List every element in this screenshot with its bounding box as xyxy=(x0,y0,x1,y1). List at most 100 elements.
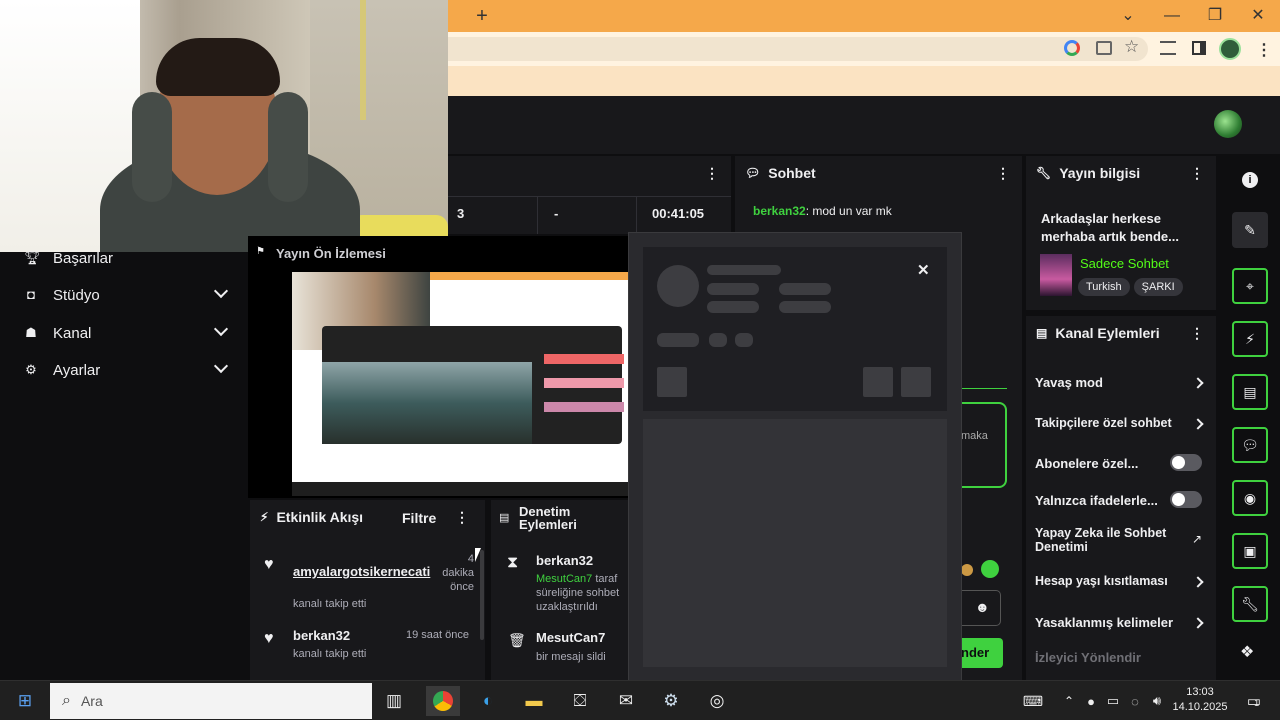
search-icon: ⌕ xyxy=(62,692,71,709)
sidebar-item-label: Ayarlar xyxy=(53,361,101,379)
studio-icon: ◘ xyxy=(27,287,35,302)
chat-header: 💬︎ Sohbet xyxy=(735,156,1022,190)
mod-username[interactable]: MesutCan7 xyxy=(536,630,605,645)
share-icon[interactable] xyxy=(1096,41,1112,55)
account-age-action[interactable]: Hesap yaşı kısıtlaması xyxy=(1035,574,1210,588)
chevron-down-icon xyxy=(213,358,229,374)
channel-actions-title: Kanal Eylemleri xyxy=(1055,325,1160,341)
file-explorer-icon[interactable]: ▬ xyxy=(517,686,551,716)
info-icon[interactable]: i xyxy=(1242,172,1258,188)
viewer-count: 3 xyxy=(457,206,465,221)
preview-title: Yayın Ön İzlemesi xyxy=(276,246,386,261)
mod-actions-title: Denetim Eylemleri xyxy=(519,504,577,532)
bookmark-star-icon[interactable]: ☆ xyxy=(1124,37,1139,57)
edit-icon[interactable]: ✎ xyxy=(1232,212,1268,248)
profile-avatar[interactable] xyxy=(1219,38,1241,60)
event-action: kanalı takip etti xyxy=(293,598,367,610)
chat-icon[interactable]: 💬︎ xyxy=(1232,427,1268,463)
host-viewers-action[interactable]: İzleyici Yönlendir xyxy=(1035,650,1210,665)
reaction-icon[interactable] xyxy=(961,564,973,576)
filter-button[interactable]: Filtre xyxy=(402,510,436,526)
clip-icon[interactable]: ⌖ xyxy=(1232,268,1268,304)
notification-icon[interactable]: ▭ 1 xyxy=(1236,686,1270,716)
mod-username[interactable]: berkan32 xyxy=(536,553,593,568)
system-clock[interactable]: 13:03 14.10.2025 xyxy=(1172,685,1228,715)
sidebar-item-achievements[interactable]: 🏆︎ Başarılar xyxy=(24,243,234,273)
tag[interactable]: ŞARKI xyxy=(1133,278,1183,296)
mail-icon[interactable]: ✉ xyxy=(609,686,643,716)
channel-actions-panel: ▤ Kanal Eylemleri ⋮ Yavaş mod Takipçiler… xyxy=(1026,316,1216,680)
channel-actions-menu-icon[interactable]: ⋮ xyxy=(1190,325,1204,342)
sidebar-item-settings[interactable]: ⚙ Ayarlar xyxy=(24,355,234,385)
sidebar-item-studio[interactable]: ◘ Stüdyo xyxy=(24,280,234,310)
followers-only-action[interactable]: Takipçilere özel sohbet xyxy=(1035,416,1210,430)
category-name[interactable]: Sadece Sohbet xyxy=(1080,256,1169,271)
integrations-icon[interactable]: ❖ xyxy=(1240,642,1254,662)
chat-menu-icon[interactable]: ⋮ xyxy=(996,165,1010,182)
volume-icon[interactable]: 🔊︎ xyxy=(1140,686,1174,716)
slow-mode-action[interactable]: Yavaş mod xyxy=(1035,375,1210,390)
emote-only-toggle[interactable] xyxy=(1170,491,1202,508)
channel-actions-icon: ▤ xyxy=(1036,326,1048,340)
trash-icon: 🗑︎ xyxy=(508,632,526,648)
task-view-icon[interactable]: ▥ xyxy=(377,686,411,716)
new-tab-button[interactable]: + xyxy=(472,6,492,26)
mod-event-text: MesutCan7 taraf süreliğine sohbet uzakla… xyxy=(536,573,620,613)
banned-words-action[interactable]: Yasaklanmış kelimeler xyxy=(1035,615,1210,630)
side-panel-icon[interactable] xyxy=(1192,41,1206,55)
channel-actions-header: ▤ Kanal Eylemleri xyxy=(1026,316,1216,350)
event-username[interactable]: berkan32 xyxy=(293,628,350,643)
minimize-button[interactable]: — xyxy=(1162,6,1182,26)
lightning-icon[interactable]: ⚡︎ xyxy=(1232,321,1268,357)
heart-icon: ♥ xyxy=(264,556,274,573)
notes-icon[interactable]: ▤ xyxy=(1232,374,1268,410)
store-icon[interactable]: ⛋ xyxy=(563,686,597,716)
external-link-icon[interactable]: ↗ xyxy=(1192,532,1202,546)
close-window-button[interactable]: ✕ xyxy=(1248,6,1268,26)
preview-video[interactable] xyxy=(292,272,628,496)
webcam-overlay xyxy=(0,0,448,252)
clock-date: 14.10.2025 xyxy=(1172,701,1228,713)
chat-username[interactable]: berkan32 xyxy=(753,204,806,218)
address-bar[interactable]: ☆ xyxy=(448,37,1148,61)
chevron-right-icon xyxy=(1192,617,1204,629)
edge-icon[interactable]: ◐ xyxy=(471,686,505,716)
event-time: 4 dakika önce xyxy=(442,553,474,593)
event-username[interactable]: amyalargotsikernecati xyxy=(293,564,430,579)
tag[interactable]: Turkish xyxy=(1078,278,1130,296)
camera-icon[interactable]: ▣ xyxy=(1232,533,1268,569)
category-thumbnail[interactable] xyxy=(1040,254,1072,296)
tab-search-icon[interactable]: ⌄ xyxy=(1118,6,1138,26)
taskbar-search[interactable]: ⌕ Ara xyxy=(50,683,372,719)
chat-send-button[interactable]: nder xyxy=(961,638,1003,668)
google-icon[interactable] xyxy=(1064,40,1080,56)
close-icon[interactable]: ✕ xyxy=(917,261,930,279)
stream-info-menu-icon[interactable]: ⋮ xyxy=(1190,165,1204,182)
start-button[interactable]: ⊞ xyxy=(8,686,42,716)
stats-menu-icon[interactable]: ⋮ xyxy=(705,165,719,182)
bits-icon[interactable] xyxy=(981,560,999,578)
obs-icon[interactable]: ◎ xyxy=(700,686,734,716)
broadcast-icon[interactable]: ◉ xyxy=(1232,480,1268,516)
sidebar-item-label: Başarılar xyxy=(53,249,114,267)
sidebar-item-channel[interactable]: ☗ Kanal xyxy=(24,318,234,348)
activity-menu-icon[interactable]: ⋮ xyxy=(455,509,469,526)
browser-menu-icon[interactable]: ⋮ xyxy=(1256,40,1272,60)
keyboard-icon[interactable]: ⌨ xyxy=(1016,686,1050,716)
chrome-icon[interactable] xyxy=(426,686,460,716)
event-action: kanalı takip etti xyxy=(293,648,367,660)
emoji-icon[interactable]: ☻ xyxy=(975,599,990,615)
viewer-card-overlay: ✕ xyxy=(628,232,962,684)
subscribers-only-action: Abonelere özel... xyxy=(1035,454,1210,471)
reading-list-icon[interactable] xyxy=(1160,41,1176,55)
activity-feed-panel: ⚡︎ Etkinlik Akışı Filtre ⋮ ♥ amyalargots… xyxy=(250,500,485,680)
maximize-button[interactable]: ❐ xyxy=(1205,6,1225,26)
subscribers-only-toggle[interactable] xyxy=(1170,454,1202,471)
ai-moderation-action[interactable]: Yapay Zeka ile Sohbet Denetimi xyxy=(1035,526,1185,554)
user-avatar[interactable] xyxy=(1214,110,1242,138)
chat-input[interactable]: ☻ xyxy=(961,590,1001,626)
wrench-icon[interactable]: 🔧︎ xyxy=(1232,586,1268,622)
heart-icon: ♥ xyxy=(264,630,274,647)
activity-scrollbar[interactable] xyxy=(480,550,484,640)
steam-icon[interactable]: ⚙ xyxy=(654,686,688,716)
